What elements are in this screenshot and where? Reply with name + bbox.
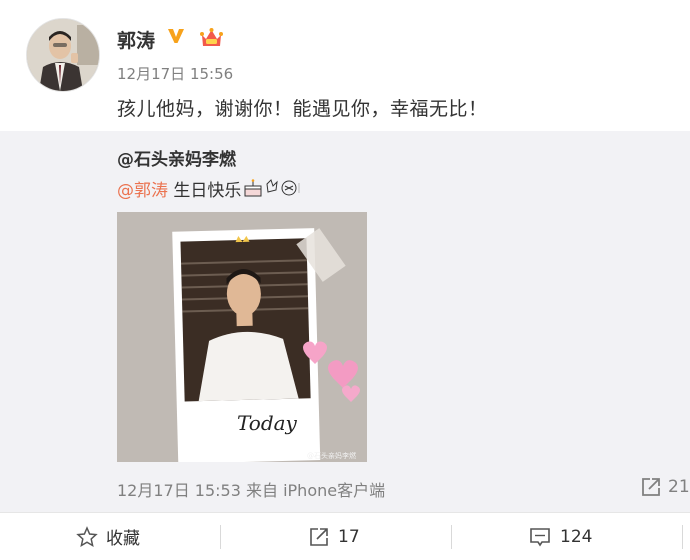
photo-watermark: @石头亲妈李燃 <box>307 451 356 460</box>
repost-timestamp[interactable]: 12月17日 15:53 来自 iPhone客户端 <box>117 477 385 501</box>
star-icon <box>76 525 98 547</box>
action-divider <box>220 525 221 549</box>
comment-button[interactable]: 124 <box>528 513 592 560</box>
verified-icon <box>166 26 186 46</box>
action-divider <box>682 525 683 549</box>
repost-repost-count: 21 <box>668 477 690 497</box>
avatar-image <box>27 19 99 91</box>
action-divider <box>451 525 452 549</box>
action-bar: 收藏 17 124 <box>0 512 690 560</box>
repost-text: @郭涛 生日快乐 <box>117 176 301 203</box>
repost-icon <box>642 478 660 496</box>
repost-body: 生日快乐 <box>168 181 242 201</box>
comment-icon <box>530 527 550 546</box>
repost-photo[interactable]: Today @石头亲妈李燃 <box>117 212 367 462</box>
vip-crown-icon[interactable] <box>199 27 224 49</box>
comment-count: 124 <box>560 526 593 547</box>
avatar[interactable] <box>26 18 100 92</box>
repost-icon <box>310 527 328 546</box>
cake-icon <box>243 178 301 203</box>
repost-count: 17 <box>338 526 360 547</box>
repost-author[interactable]: @石头亲妈李燃 <box>117 145 236 170</box>
repost-mention[interactable]: @郭涛 <box>117 181 168 201</box>
post-author[interactable]: 郭涛 <box>117 26 155 53</box>
post-text: 孩儿他妈，谢谢你！能遇见你，幸福无比！ <box>117 98 488 120</box>
repost-repost-button[interactable]: 21 <box>640 476 690 498</box>
favorite-label: 收藏 <box>106 529 140 549</box>
post-timestamp[interactable]: 12月17日 15:56 <box>117 63 233 84</box>
favorite-button[interactable]: 收藏 <box>76 513 140 560</box>
repost-button[interactable]: 17 <box>308 513 360 560</box>
photo-caption: Today <box>237 411 298 435</box>
